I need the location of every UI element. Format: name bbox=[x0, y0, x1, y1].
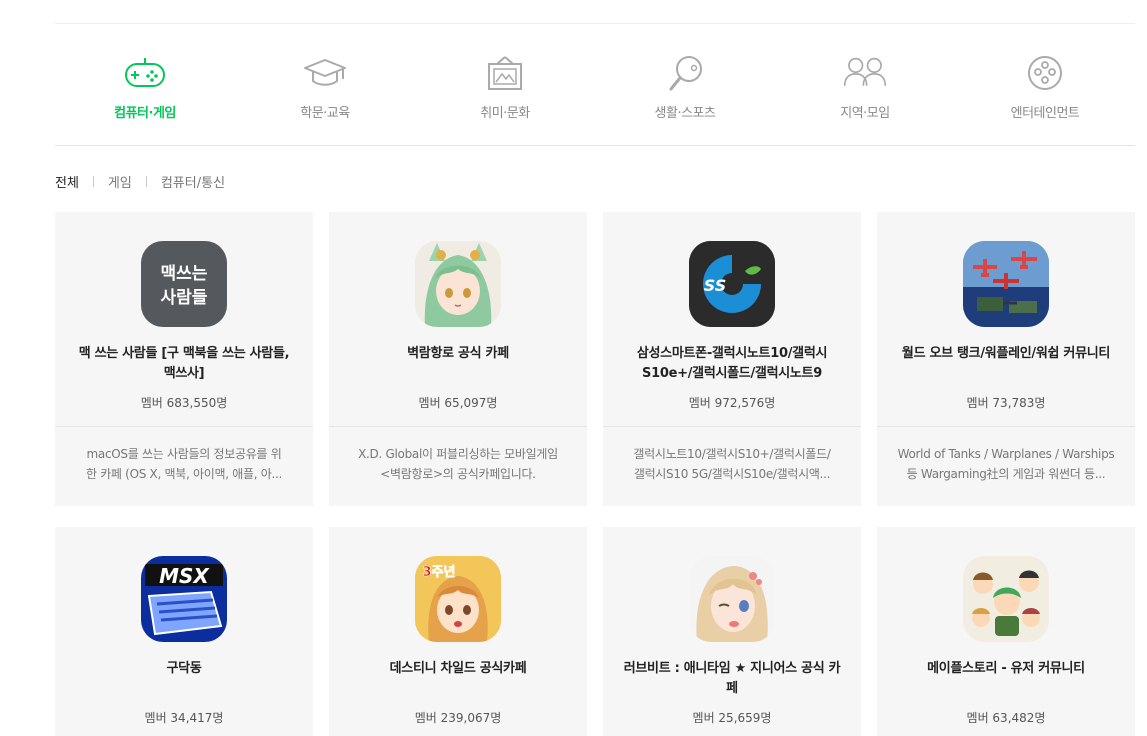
cafe-name: 러브비트 : 애니타임 ★ 지니어스 공식 카페 bbox=[623, 661, 841, 696]
graduation-cap-icon bbox=[304, 59, 346, 86]
people-icon bbox=[843, 57, 887, 86]
cafe-card[interactable]: 3주년 데스티니 차일드 공식카페 멤버 239,067명 bbox=[329, 527, 587, 736]
cafe-name: 삼성스마트폰-갤럭시노트10/갤럭시S10e+/갤럭시폴드/갤럭시노트9 bbox=[636, 346, 828, 381]
category-label: 취미·문화 bbox=[480, 106, 530, 121]
picture-frame-icon bbox=[488, 56, 522, 90]
card-divider bbox=[603, 426, 861, 427]
subcategory-tabs: 전체 게임 컴퓨터/통신 bbox=[55, 172, 225, 191]
svg-text:MSX: MSX bbox=[159, 564, 210, 588]
cafe-description-line: 한 카페 (OS X, 맥북, 아이맥, 애플, 아... bbox=[85, 467, 283, 481]
svg-text:맥쓰는: 맥쓰는 bbox=[161, 264, 208, 284]
subtab-separator bbox=[145, 176, 147, 187]
card-divider bbox=[877, 426, 1135, 427]
cafe-card[interactable]: MSX 구닥동 멤버 34,417명 bbox=[55, 527, 313, 736]
cafe-description-line: World of Tanks / Warplanes / Warships bbox=[897, 447, 1115, 461]
ss-logo-icon: SS bbox=[689, 241, 775, 327]
subtab-all[interactable]: 전체 bbox=[55, 172, 79, 191]
subtab-game[interactable]: 게임 bbox=[108, 172, 132, 191]
cafe-description-line: <벽람항로>의 공식카페입니다. bbox=[380, 467, 536, 481]
cafe-member-count: 멤버 25,659명 bbox=[692, 711, 772, 725]
svg-text:3주년: 3주년 bbox=[423, 565, 456, 580]
anime-girl-icon bbox=[415, 241, 501, 327]
cafe-card[interactable]: 월드 오브 탱크/워플레인/워쉽 커뮤니티 멤버 73,783명 World o… bbox=[877, 212, 1135, 506]
cafe-member-count: 멤버 65,097명 bbox=[418, 396, 498, 410]
gamepad-icon bbox=[125, 58, 165, 87]
cafe-card[interactable]: 메이플스토리 - 유저 커뮤니티 멤버 63,482명 bbox=[877, 527, 1135, 736]
cafe-description: 갤럭시노트10/갤럭시S10+/갤럭시폴드/ 갤럭시S10 5G/갤럭시S10e… bbox=[621, 444, 843, 484]
svg-text:사람들: 사람들 bbox=[161, 287, 208, 308]
cafe-member-count: 멤버 239,067명 bbox=[414, 711, 502, 725]
cafe-name: 월드 오브 탱크/워플레인/워쉽 커뮤니티 bbox=[901, 346, 1111, 361]
category-hobby-culture[interactable]: 취미·문화 bbox=[415, 24, 595, 145]
cafe-card[interactable]: 맥쓰는 사람들 맥 쓰는 사람들 [구 맥북을 쓰는 사람들, 맥쓰사] 멤버 … bbox=[55, 212, 313, 506]
category-nav: 컴퓨터·게임 학문·교육 취미·문화 생활·스포츠 지역·모임 엔터테인먼트 bbox=[55, 24, 1135, 146]
subtab-computer-communication[interactable]: 컴퓨터/통신 bbox=[161, 172, 225, 191]
category-life-sports[interactable]: 생활·스포츠 bbox=[595, 24, 775, 145]
cafe-card[interactable]: SS 삼성스마트폰-갤럭시노트10/갤럭시S10e+/갤럭시폴드/갤럭시노트9 … bbox=[603, 212, 861, 506]
category-computer-game[interactable]: 컴퓨터·게임 bbox=[55, 24, 235, 145]
cafe-member-count: 멤버 972,576명 bbox=[688, 396, 776, 410]
category-label: 생활·스포츠 bbox=[654, 106, 716, 121]
cafe-description: X.D. Global이 퍼블리싱하는 모바일게임 <벽람항로>의 공식카페입니… bbox=[347, 444, 569, 484]
category-entertainment[interactable]: 엔터테인먼트 bbox=[955, 24, 1135, 145]
cafe-card[interactable]: 러브비트 : 애니타임 ★ 지니어스 공식 카페 멤버 25,659명 bbox=[603, 527, 861, 736]
cafe-card[interactable]: 벽람항로 공식 카페 멤버 65,097명 X.D. Global이 퍼블리싱하… bbox=[329, 212, 587, 506]
cafe-description-line: X.D. Global이 퍼블리싱하는 모바일게임 bbox=[358, 447, 558, 461]
category-study-education[interactable]: 학문·교육 bbox=[235, 24, 415, 145]
msx-keyboard-icon: MSX bbox=[141, 556, 227, 642]
card-divider bbox=[55, 426, 313, 427]
category-region-meetup[interactable]: 지역·모임 bbox=[775, 24, 955, 145]
cafe-description: macOS를 쓰는 사람들의 정보공유를 위 한 카페 (OS X, 맥북, 아… bbox=[73, 444, 295, 484]
category-label: 학문·교육 bbox=[300, 106, 350, 121]
cafe-description-line: 등 Wargaming社의 게임과 워썬더 등... bbox=[906, 467, 1106, 481]
cafe-description-line: 갤럭시노트10/갤럭시S10+/갤럭시폴드/ bbox=[633, 447, 831, 461]
winking-girl-icon bbox=[689, 556, 775, 642]
card-divider bbox=[329, 426, 587, 427]
cafe-name: 구닥동 bbox=[166, 661, 202, 676]
cafe-name: 맥 쓰는 사람들 [구 맥북을 쓰는 사람들, 맥쓰사] bbox=[78, 346, 290, 381]
warplanes-icon bbox=[963, 241, 1049, 327]
category-label: 컴퓨터·게임 bbox=[114, 106, 176, 121]
maplestory-characters-icon bbox=[963, 556, 1049, 642]
cafe-member-count: 멤버 63,482명 bbox=[966, 711, 1046, 725]
cafe-description: World of Tanks / Warplanes / Warships 등 … bbox=[895, 444, 1117, 484]
category-label: 지역·모임 bbox=[840, 106, 890, 121]
cafe-name: 벽람항로 공식 카페 bbox=[407, 346, 509, 361]
mac-users-icon: 맥쓰는 사람들 bbox=[141, 241, 227, 327]
category-label: 엔터테인먼트 bbox=[1010, 106, 1080, 121]
subtab-separator bbox=[92, 176, 94, 187]
destiny-child-icon: 3주년 bbox=[415, 556, 501, 642]
cafe-name: 데스티니 차일드 공식카페 bbox=[389, 661, 527, 676]
cafe-member-count: 멤버 73,783명 bbox=[966, 396, 1046, 410]
cafe-description-line: 갤럭시S10 5G/갤럭시S10e/갤럭시액... bbox=[633, 467, 831, 481]
cafe-member-count: 멤버 34,417명 bbox=[144, 711, 224, 725]
svg-text:SS: SS bbox=[704, 276, 726, 295]
cafe-description-line: macOS를 쓰는 사람들의 정보공유를 위 bbox=[86, 447, 282, 461]
ping-pong-icon bbox=[669, 56, 702, 91]
cafe-member-count: 멤버 683,550명 bbox=[140, 396, 228, 410]
film-reel-icon bbox=[1028, 56, 1062, 90]
cafe-name: 메이플스토리 - 유저 커뮤니티 bbox=[927, 661, 1085, 676]
